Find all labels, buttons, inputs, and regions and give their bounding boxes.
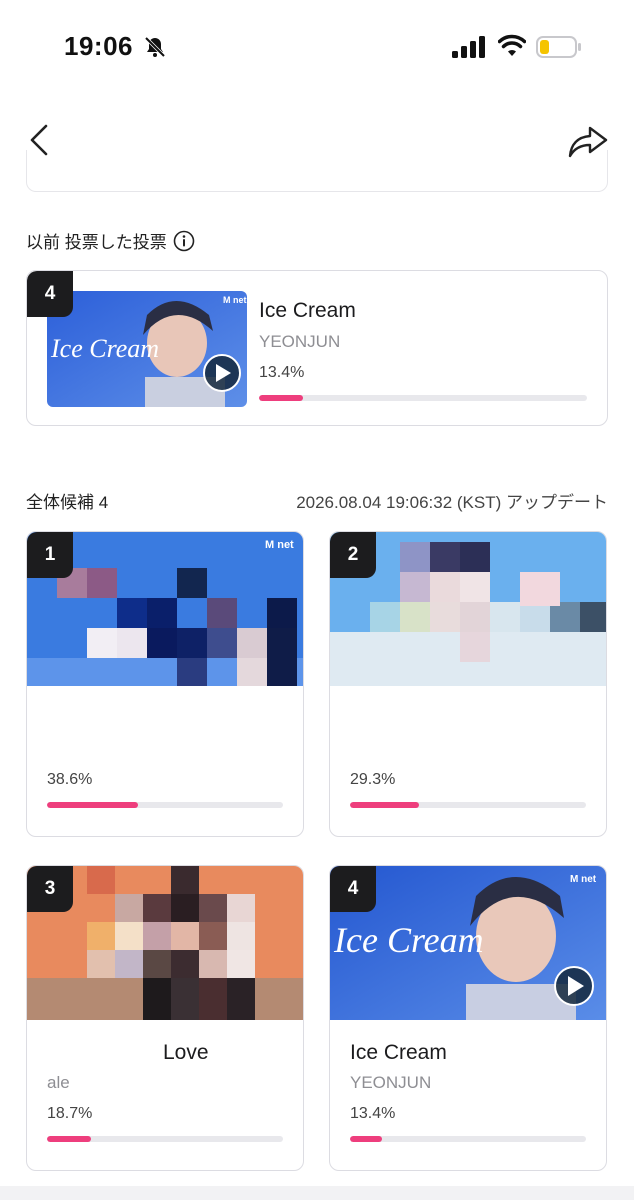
song-title: Ice Cream [350, 1041, 447, 1064]
previous-vote-label-text: 以前 投票した投票 [26, 233, 167, 252]
thumbnail-caption: Ice Cream [50, 334, 159, 363]
rank-badge: 4 [27, 271, 73, 317]
song-title [350, 707, 586, 733]
previous-panel-edge [26, 150, 608, 192]
status-bar: 19:06 [0, 0, 634, 95]
vote-progress-track [350, 802, 586, 808]
info-icon[interactable] [173, 230, 195, 252]
song-title: Love [163, 1041, 209, 1064]
signal-icon [452, 36, 485, 58]
vote-progress-fill [350, 1136, 382, 1142]
artist-name: ale [47, 1073, 70, 1092]
video-thumbnail[interactable]: Ice Cream M net [47, 291, 247, 407]
candidate-card[interactable]: Ice Cream M net 4 Ice Cream YEONJUN 13.4… [329, 865, 607, 1171]
artist-name [350, 739, 586, 761]
candidate-card[interactable]: M net 1 38.6% [26, 531, 304, 837]
candidate-info: Love ale 18.7% [47, 1041, 283, 1142]
vote-progress-fill [259, 395, 303, 401]
song-title: Ice Cream [259, 299, 356, 322]
candidate-count: 全体候補 4 [26, 493, 109, 512]
thumbnail-badge: M net [265, 539, 294, 551]
vote-percentage: 38.6% [47, 771, 93, 788]
artist-name: YEONJUN [350, 1073, 432, 1092]
song-title [47, 707, 283, 733]
thumbnail-caption: Ice Cream [333, 920, 484, 960]
vote-progress-track [259, 395, 587, 401]
candidate-card[interactable]: 2 29.3% [329, 531, 607, 837]
previous-vote-info: Ice Cream YEONJUN 13.4% [259, 299, 587, 401]
candidate-info: 29.3% [350, 707, 586, 808]
artist-name: YEONJUN [259, 332, 341, 351]
status-time: 19:06 [64, 31, 133, 61]
rank-badge: 3 [27, 866, 73, 912]
vote-progress-track [47, 802, 283, 808]
rank-badge: 2 [330, 532, 376, 578]
bell-slash-icon [144, 36, 166, 58]
vote-progress-track [47, 1136, 283, 1142]
rank-badge: 1 [27, 532, 73, 578]
previous-vote-label: 以前 投票した投票 [26, 228, 195, 253]
thumbnail-badge: M net [223, 295, 247, 305]
vote-progress-track [350, 1136, 586, 1142]
vote-progress-fill [47, 802, 139, 808]
previous-vote-card[interactable]: 4 Ice Cream M net Ice Cream YEONJUN 13.4… [26, 270, 608, 426]
wifi-icon [498, 34, 526, 56]
candidate-card[interactable]: 3 Love ale 18.7% [26, 865, 304, 1171]
vote-percentage: 29.3% [350, 771, 396, 788]
thumbnail-badge: M net [570, 874, 597, 885]
bottom-edge [0, 1186, 634, 1200]
update-timestamp: 2026.08.04 19:06:32 (KST) アップデート [296, 493, 608, 512]
battery-icon [536, 36, 581, 58]
rank-badge: 4 [330, 866, 376, 912]
vote-progress-fill [47, 1136, 92, 1142]
vote-percentage: 13.4% [350, 1105, 396, 1122]
vote-percentage: 13.4% [259, 364, 305, 381]
vote-percentage: 18.7% [47, 1105, 93, 1122]
artist-name [47, 739, 283, 761]
candidate-info: 38.6% [47, 707, 283, 808]
thumbnail-image: Ice Cream M net [47, 291, 247, 407]
candidate-info: Ice Cream YEONJUN 13.4% [350, 1041, 586, 1142]
vote-progress-fill [350, 802, 420, 808]
